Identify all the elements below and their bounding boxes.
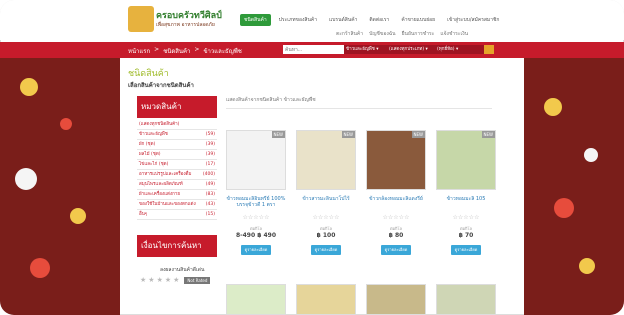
new-badge: NEW [411, 131, 425, 138]
secondary-nav: ตะกร้าสินค้า บัญชีของฉัน ยืนยันการชำระ แ… [336, 30, 468, 38]
page-title: ชนิดสินค้า [128, 69, 169, 79]
product-unit: ต่อกิโล [319, 226, 333, 231]
category-list: (แสดงทุกชนิดสินค้า) ข้าวและธัญพืช (59) ผั… [137, 120, 217, 220]
category-item[interactable]: สมุนไพรและผลิตภัณฑ์ (49) [137, 180, 217, 190]
nav-confirm-payment[interactable]: ยืนยันการชำระ [402, 30, 435, 38]
nav-brands[interactable]: แบรนด์สินค้า [325, 14, 361, 26]
product-price: ฿ 100 [316, 232, 336, 239]
product-price: ฿ 70 [458, 232, 474, 239]
nav-contact[interactable]: ติดต่อเรา [365, 14, 393, 26]
product-price: ฿ 80 [388, 232, 404, 239]
product-unit: ต่อกิโล [389, 226, 403, 231]
product-image[interactable]: NEW [226, 130, 286, 190]
star-icon: ★ [173, 276, 180, 284]
decorative-border-right [524, 58, 624, 315]
logo-subtitle: เพื่อสุขภาพ อาหารปลอดภัย [156, 22, 215, 28]
product-unit: ต่อกิโล [459, 226, 473, 231]
rating-tag: Not Rated [184, 276, 211, 284]
product-image[interactable]: NEW [436, 130, 496, 190]
category-item[interactable]: อาหารแปรรูปและเครื่องดื่ม (400) [137, 170, 217, 180]
product-image[interactable] [296, 284, 356, 315]
crumb-sep: > [194, 46, 200, 53]
view-details-button[interactable]: ดูรายละเอียด [311, 245, 341, 255]
product-name[interactable]: ข้าวสารมะลินนาโปไร้ [296, 196, 356, 210]
product-image[interactable]: NEW [366, 130, 426, 190]
product-image[interactable]: NEW [296, 130, 356, 190]
product-name[interactable]: ข้าวกล้องหอมมะลิแดงรีย์ [366, 196, 426, 210]
category-item-all[interactable]: (แสดงทุกชนิดสินค้า) [137, 120, 217, 130]
star-icon: ★ [164, 276, 172, 284]
product-price: 8-490 ฿ 490 [235, 232, 277, 239]
breadcrumb: หน้าแรก > ชนิดสินค้า > ข้าวและธัญพืช [128, 46, 242, 56]
page-subtitle: เลือกสินค้าจากชนิดสินค้า [128, 82, 194, 89]
product-card[interactable]: NEW ข้าวหอมมะลิอินทรีย์ 100% บรรจุข้าวดี… [226, 130, 286, 255]
product-card[interactable]: NEW ข้าวหอมมะลิ 105 ☆☆☆☆☆ ต่อกิโล ฿ 70 ด… [436, 130, 496, 255]
category-item[interactable]: อื่นๆ (15) [137, 210, 217, 220]
product-rating: ☆☆☆☆☆ [242, 214, 270, 221]
search-go-button[interactable] [484, 45, 494, 54]
crumb-home[interactable]: หน้าแรก [128, 46, 150, 56]
star-icon: ★ [156, 276, 163, 284]
new-badge: NEW [341, 131, 355, 138]
view-details-button[interactable]: ดูรายละเอียด [241, 245, 271, 255]
product-image[interactable] [366, 284, 426, 315]
crumb-types[interactable]: ชนิดสินค้า [163, 46, 190, 56]
product-rating: ☆☆☆☆☆ [312, 214, 340, 221]
category-heading: หมวดสินค้า [137, 96, 217, 118]
category-item[interactable]: ผัก (ชุด) (39) [137, 140, 217, 150]
nav-cart[interactable]: ตะกร้าสินค้า [336, 30, 363, 38]
category-select[interactable]: ข้าวและธัญพืช ▾ [344, 45, 388, 54]
view-details-button[interactable]: ดูรายละเอียด [451, 245, 481, 255]
search-conditions-heading: เงื่อนไขการค้นหา [137, 235, 217, 257]
primary-nav: ชนิดสินค้า ประเภทของสินค้า แบรนด์สินค้า … [240, 14, 503, 26]
star-icon: ★ [148, 276, 155, 284]
logo[interactable]: ครอบครัวทวีศิลป์ เพื่อสุขภาพ อาหารปลอดภั… [128, 6, 226, 36]
nav-product-types[interactable]: ชนิดสินค้า [240, 14, 271, 26]
view-details-button[interactable]: ดูรายละเอียด [381, 245, 411, 255]
nav-retail[interactable]: ค้าขายแบบย่อย [397, 14, 439, 26]
rating-filter[interactable]: ★ ★ ★ ★ ★ Not Rated [140, 276, 211, 284]
product-image[interactable] [226, 284, 286, 315]
type-select[interactable]: (แสดงทุกประเภท) ▾ [387, 45, 436, 54]
search-input[interactable] [283, 45, 345, 54]
product-name[interactable]: ข้าวหอมมะลิ 105 [436, 196, 496, 210]
category-item[interactable]: ผ้าและเครื่องแต่งกาย (83) [137, 190, 217, 200]
rating-title: ลงผลงานสินค้าดีเด่น [160, 267, 205, 273]
nav-categories[interactable]: ประเภทของสินค้า [275, 14, 321, 26]
category-item[interactable]: ไข่และไก่ (ชุด) (17) [137, 160, 217, 170]
product-rating: ☆☆☆☆☆ [452, 214, 480, 221]
product-rating: ☆☆☆☆☆ [382, 214, 410, 221]
star-icon: ★ [140, 276, 147, 284]
listing-breadcrumb: แสดงสินค้าจากชนิดสินค้า ข้าวและธัญพืช [226, 97, 316, 103]
brand-select[interactable]: (ทุกยี่ห้อ) ▾ [435, 45, 484, 54]
logo-title: ครอบครัวทวีศิลป์ [156, 11, 222, 21]
category-item[interactable]: ของใช้ในบ้านและของตกแต่ง (43) [137, 200, 217, 210]
product-card[interactable]: NEW ข้าวกล้องหอมมะลิแดงรีย์ ☆☆☆☆☆ ต่อกิโ… [366, 130, 426, 255]
nav-login[interactable]: เข้าสู่ระบบ/สมัครสมาชิก [443, 14, 503, 26]
category-item[interactable]: ผลไม้ (ชุด) (39) [137, 150, 217, 160]
page-frame: ครอบครัวทวีศิลป์ เพื่อสุขภาพ อาหารปลอดภั… [0, 0, 624, 315]
new-badge: NEW [481, 131, 495, 138]
product-image[interactable] [436, 284, 496, 315]
decorative-border-left [0, 58, 120, 315]
nav-account[interactable]: บัญชีของฉัน [369, 30, 396, 38]
divider [226, 108, 492, 109]
crumb-current: ข้าวและธัญพืช [203, 48, 242, 55]
product-card[interactable]: NEW ข้าวสารมะลินนาโปไร้ ☆☆☆☆☆ ต่อกิโล ฿ … [296, 130, 356, 255]
new-badge: NEW [271, 131, 285, 138]
product-unit: ต่อกิโล [249, 226, 263, 231]
logo-icon [128, 6, 154, 32]
crumb-sep: > [154, 46, 160, 53]
top-header: ครอบครัวทวีศิลป์ เพื่อสุขภาพ อาหารปลอดภั… [0, 0, 624, 40]
product-name[interactable]: ข้าวหอมมะลิอินทรีย์ 100% บรรจุข้าวดี 1 ต… [226, 196, 286, 210]
category-item[interactable]: ข้าวและธัญพืช (59) [137, 130, 217, 140]
nav-notify-payment[interactable]: แจ้งชำระเงิน [440, 30, 468, 38]
